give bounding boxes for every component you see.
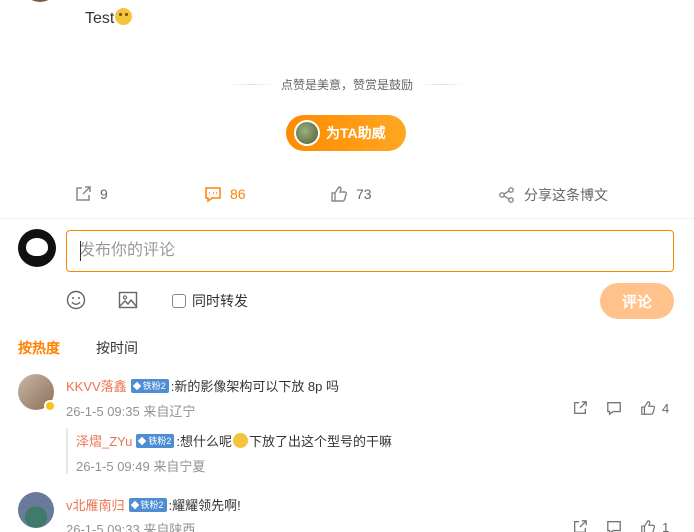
author-mini-avatar	[294, 120, 320, 146]
post-actions: 9 86 73 分享这条博文	[0, 185, 694, 211]
avatar-face	[26, 238, 48, 256]
support-button-label: 为TA助威	[326, 125, 386, 141]
like-count: 73	[356, 186, 372, 202]
comment-actions: 1	[572, 519, 669, 532]
repost-icon	[574, 520, 587, 532]
like-icon	[641, 401, 656, 415]
comment-meta: 26-1-5 09:35 来自辽宁	[66, 404, 196, 419]
fan-badge-label: 铁粉2	[140, 500, 164, 510]
comment-icon	[607, 521, 621, 532]
like-icon	[331, 186, 347, 202]
repost-checkbox[interactable]: 同时转发	[172, 291, 248, 311]
divider-right	[421, 83, 465, 85]
comment-avatar[interactable]	[18, 492, 54, 528]
comment-actions: 4	[572, 400, 669, 416]
repost-icon	[76, 186, 91, 201]
image-icon	[118, 291, 138, 309]
author-avatar[interactable]	[22, 0, 58, 2]
reward-tagline: 点赞是美意，赞赏是鼓励	[230, 74, 465, 94]
share-icon	[499, 187, 514, 203]
support-button[interactable]: 为TA助威	[286, 115, 406, 151]
checkbox-box[interactable]	[172, 294, 186, 308]
comment-like-count: 1	[662, 519, 670, 532]
comment-row: v北雁南归 铁粉2 :耀耀领先啊!	[66, 495, 241, 514]
comment-like-button[interactable]: 4	[640, 400, 669, 416]
post-text: Test	[85, 10, 115, 27]
divider-left	[230, 83, 273, 85]
repost-icon	[574, 401, 587, 414]
repost-button[interactable]: 9	[74, 185, 108, 203]
sort-by-hot-tab[interactable]: 按热度	[18, 338, 60, 358]
comment-like-button[interactable]: 1	[640, 519, 669, 532]
fan-badge-label: 铁粉2	[148, 436, 172, 446]
grin-emoji-icon	[233, 433, 248, 448]
post-body: Test	[85, 8, 133, 28]
current-user-avatar[interactable]	[18, 229, 56, 267]
fan-badge: 铁粉2	[136, 433, 175, 448]
image-button[interactable]	[118, 290, 138, 315]
weibo-post-page: Test 点赞是美意，赞赏是鼓励 为TA助威 9 86 73 分享这条博文 发布…	[0, 0, 694, 532]
commenter-name[interactable]: KKVV落鑫	[66, 376, 127, 395]
reward-tagline-text: 点赞是美意，赞赏是鼓励	[281, 77, 414, 92]
emoji-button[interactable]	[66, 290, 86, 315]
commenter-name[interactable]: v北雁南归	[66, 495, 125, 514]
comment-input[interactable]	[66, 230, 674, 272]
share-button[interactable]: 分享这条博文	[498, 185, 608, 205]
comment-button[interactable]: 86	[204, 185, 246, 203]
comment-meta: 26-1-5 09:33 来自陕西	[66, 522, 196, 532]
fan-badge-label: 铁粉2	[142, 381, 166, 391]
comment-reply-button[interactable]	[606, 519, 622, 532]
comment-icon	[205, 187, 221, 203]
share-label: 分享这条博文	[524, 187, 608, 203]
comment-text: :新的影像架构可以下放 8p 吗	[170, 379, 339, 394]
diamond-icon	[130, 500, 139, 509]
repost-count: 9	[100, 186, 108, 202]
comment-row: KKVV落鑫 铁粉2 :新的影像架构可以下放 8p 吗	[66, 376, 339, 395]
comment-like-count: 4	[662, 400, 670, 416]
reply-indent-bar	[66, 428, 68, 474]
comment-icon	[607, 402, 621, 416]
sort-by-time-tab[interactable]: 按时间	[96, 338, 138, 358]
like-button[interactable]: 73	[330, 185, 372, 203]
emoji-icon	[66, 290, 86, 310]
comment-count: 86	[230, 186, 246, 202]
comment-reply-button[interactable]	[606, 400, 622, 416]
reply-meta: 26-1-5 09:49 来自宁夏	[76, 459, 206, 474]
reply-text-cont: 下放了出这个型号的干嘛	[249, 434, 393, 449]
replier-name[interactable]: 泽熠_ZYu	[76, 431, 132, 450]
reply-text: :想什么呢	[176, 434, 232, 449]
actions-divider	[0, 218, 694, 219]
fan-badge: 铁粉2	[130, 378, 169, 393]
submit-comment-button[interactable]: 评论	[600, 283, 674, 319]
diamond-icon	[138, 436, 147, 445]
cat-emoji-icon	[115, 8, 133, 25]
fan-badge: 铁粉2	[128, 497, 167, 512]
like-icon	[641, 520, 656, 532]
repost-checkbox-label: 同时转发	[192, 293, 248, 309]
comment-repost-button[interactable]	[572, 519, 588, 532]
comment-text: :耀耀领先啊!	[168, 498, 241, 513]
verified-badge-icon	[44, 400, 56, 412]
text-cursor	[80, 241, 81, 261]
diamond-icon	[132, 381, 141, 390]
comment-repost-button[interactable]	[572, 400, 588, 416]
reply-row: 泽熠_ZYu 铁粉2 :想什么呢 下放了出这个型号的干嘛	[76, 431, 392, 450]
